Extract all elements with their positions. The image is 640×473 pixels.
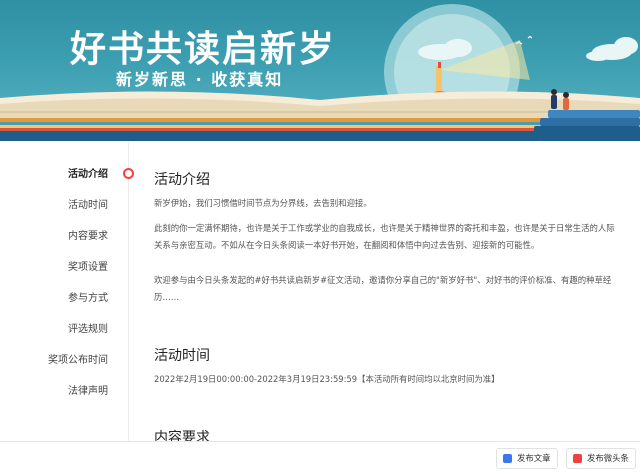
intro-paragraph-3: 欢迎参与由今日头条发起的#好书共读启新岁#征文活动，邀请你分享自己的"新岁好书"… (154, 275, 612, 302)
bottom-action-bar: 发布文章 发布微头条 (0, 441, 640, 473)
section-nav: 活动介绍 活动时间 内容要求 奖项设置 参与方式 评选规则 奖项公布时间 法律声… (0, 141, 129, 441)
header-banner: 好书共读启新岁 新岁新思 · 收获真知 (0, 0, 640, 141)
section-title-intro: 活动介绍 (154, 172, 210, 188)
section-title-time: 活动时间 (154, 348, 210, 364)
nav-item-intro[interactable]: 活动介绍 (8, 159, 108, 190)
publish-article-label: 发布文章 (517, 453, 551, 463)
nav-item-time[interactable]: 活动时间 (8, 190, 108, 221)
publish-micro-label: 发布微头条 (587, 453, 629, 463)
micro-post-icon (573, 454, 582, 463)
nav-item-rules[interactable]: 评选规则 (8, 314, 108, 345)
nav-item-announce[interactable]: 奖项公布时间 (8, 345, 108, 376)
nav-item-awards[interactable]: 奖项设置 (8, 252, 108, 283)
intro-paragraph-2: 此刻的你一定满怀期待，也许是关于工作或学业的自我成长，也许是关于精神世界的寄托和… (154, 223, 615, 250)
article-icon (503, 454, 512, 463)
active-indicator-icon (123, 168, 134, 179)
nav-item-legal[interactable]: 法律声明 (8, 376, 108, 407)
publish-micro-button[interactable]: 发布微头条 (566, 448, 636, 469)
time-text: 2022年2月19日00:00:00-2022年3月19日23:59:59【本活… (154, 374, 500, 384)
banner-title: 好书共读启新岁 (70, 28, 337, 70)
nav-item-participate[interactable]: 参与方式 (8, 283, 108, 314)
nav-item-requirements[interactable]: 内容要求 (8, 221, 108, 252)
publish-article-button[interactable]: 发布文章 (496, 448, 558, 469)
banner-subtitle: 新岁新思 · 收获真知 (116, 70, 284, 89)
intro-paragraph-1: 新岁伊始，我们习惯借时间节点为分界线，去告别和迎接。 (154, 198, 372, 208)
